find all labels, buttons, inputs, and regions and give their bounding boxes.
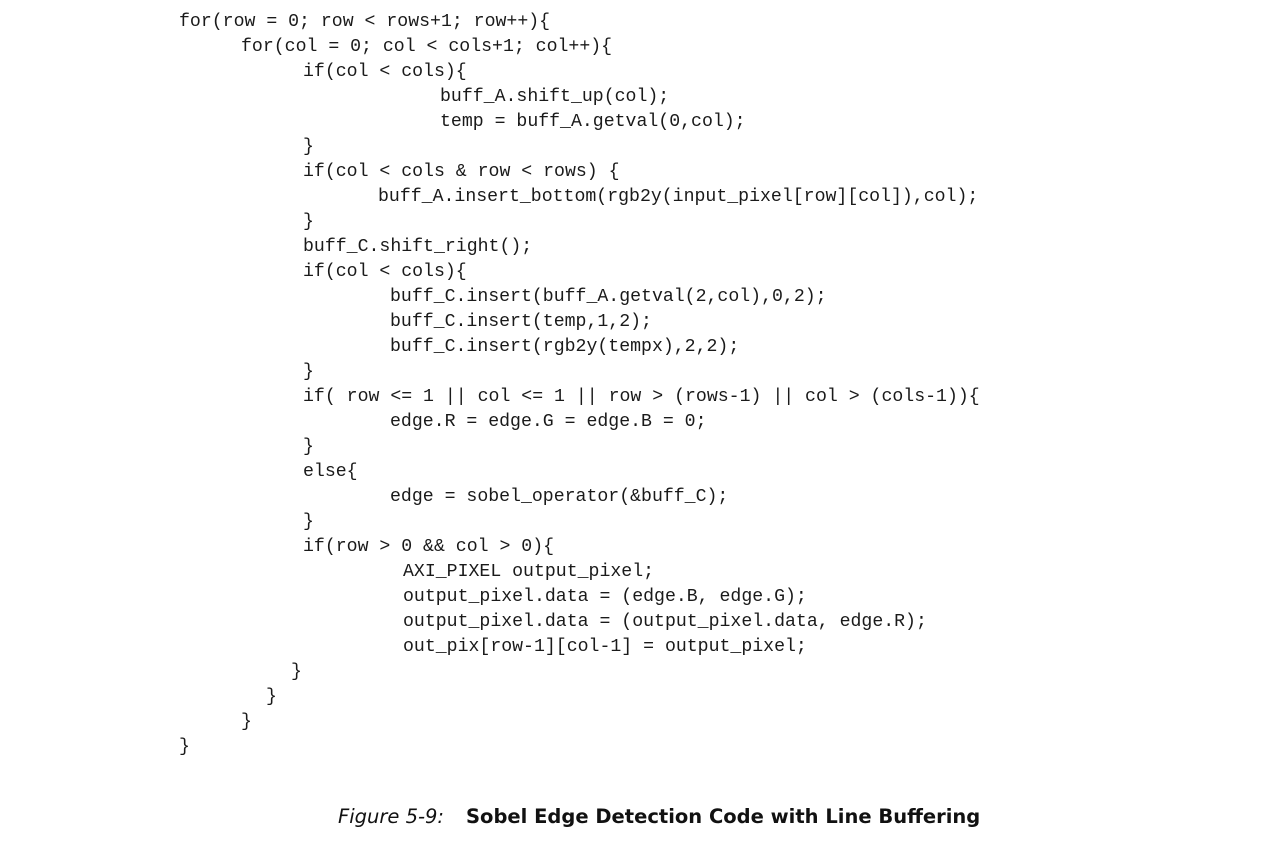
code-line: buff_C.insert(temp,1,2); <box>390 312 652 332</box>
code-line: output_pixel.data = (edge.B, edge.G); <box>403 587 807 607</box>
code-line: buff_C.insert(buff_A.getval(2,col),0,2); <box>390 287 827 307</box>
code-line: } <box>266 687 277 707</box>
code-line: for(row = 0; row < rows+1; row++){ <box>179 12 551 32</box>
figure-title: Sobel Edge Detection Code with Line Buff… <box>466 805 981 828</box>
code-line: } <box>303 437 314 457</box>
code-listing: for(row = 0; row < rows+1; row++){ for(c… <box>0 10 1275 770</box>
code-line: if( row <= 1 || col <= 1 || row > (rows-… <box>303 387 980 407</box>
code-line: if(col < cols){ <box>303 62 467 82</box>
code-line: buff_C.insert(rgb2y(tempx),2,2); <box>390 337 740 357</box>
code-line: AXI_PIXEL output_pixel; <box>403 562 655 582</box>
figure-caption: Figure 5-9: Sobel Edge Detection Code wit… <box>338 805 980 828</box>
code-line: out_pix[row-1][col-1] = output_pixel; <box>403 637 807 657</box>
code-line: } <box>241 712 252 732</box>
code-line: else{ <box>303 462 358 482</box>
code-line: if(col < cols){ <box>303 262 467 282</box>
code-line: temp = buff_A.getval(0,col); <box>440 112 746 132</box>
code-line: } <box>303 212 314 232</box>
code-line: edge.R = edge.G = edge.B = 0; <box>390 412 707 432</box>
code-line: if(col < cols & row < rows) { <box>303 162 620 182</box>
code-line: edge = sobel_operator(&buff_C); <box>390 487 729 507</box>
code-line: buff_A.shift_up(col); <box>440 87 670 107</box>
code-line: } <box>291 662 302 682</box>
code-line: } <box>303 137 314 157</box>
code-line: buff_C.shift_right(); <box>303 237 533 257</box>
code-line: for(col = 0; col < cols+1; col++){ <box>241 37 613 57</box>
code-line: if(row > 0 && col > 0){ <box>303 537 555 557</box>
code-line: buff_A.insert_bottom(rgb2y(input_pixel[r… <box>378 187 979 207</box>
code-line: } <box>179 737 190 757</box>
figure-label: Figure 5-9: <box>338 805 445 828</box>
code-line: } <box>303 512 314 532</box>
code-line: } <box>303 362 314 382</box>
code-line: output_pixel.data = (output_pixel.data, … <box>403 612 927 632</box>
